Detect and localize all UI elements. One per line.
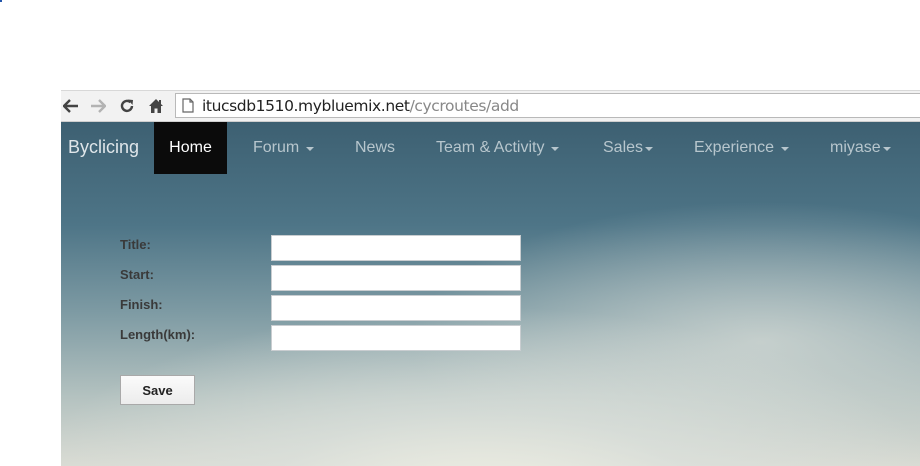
length-label: Length(km): (120, 327, 196, 342)
caret-down-icon (645, 147, 654, 151)
reload-button[interactable] (116, 95, 138, 117)
home-button[interactable] (145, 95, 167, 117)
forward-button[interactable] (87, 95, 109, 117)
nav-sales[interactable]: Sales (603, 122, 654, 174)
back-button[interactable] (60, 95, 82, 117)
nav-home-label: Home (169, 139, 212, 156)
length-input[interactable] (271, 325, 521, 351)
browser-window: itucsdb1510.mybluemix.net/cycroutes/add … (61, 90, 920, 466)
site-navbar: Byclicing Home Forum News Team & Activit… (61, 122, 920, 174)
nav-sales-label: Sales (603, 139, 644, 156)
browser-toolbar: itucsdb1510.mybluemix.net/cycroutes/add (61, 90, 920, 122)
save-button[interactable]: Save (120, 375, 195, 405)
url-path: /cycroutes/add (409, 96, 520, 115)
page-viewport: Byclicing Home Forum News Team & Activit… (61, 122, 920, 466)
nav-experience[interactable]: Experience (694, 122, 790, 174)
nav-user-label: miyase (830, 139, 881, 156)
nav-news[interactable]: News (355, 122, 395, 174)
finish-label: Finish: (120, 297, 163, 312)
nav-experience-label: Experience (694, 139, 775, 156)
start-input[interactable] (271, 265, 521, 291)
nav-forum-label: Forum (253, 139, 300, 156)
back-icon (63, 99, 78, 113)
title-input[interactable] (271, 235, 521, 261)
url-text: itucsdb1510.mybluemix.net/cycroutes/add (202, 97, 519, 115)
nav-team-activity[interactable]: Team & Activity (436, 122, 560, 174)
nav-home[interactable]: Home (154, 122, 227, 174)
corner-artifact (0, 0, 2, 2)
nav-forum[interactable]: Forum (253, 122, 315, 174)
forward-icon (91, 99, 106, 113)
nav-news-label: News (355, 139, 396, 156)
finish-input[interactable] (271, 295, 521, 321)
caret-down-icon (306, 147, 315, 151)
brand-link[interactable]: Byclicing (68, 137, 139, 158)
nav-team-activity-label: Team & Activity (436, 139, 545, 156)
nav-user-miyase[interactable]: miyase (830, 122, 891, 174)
caret-down-icon (781, 147, 790, 151)
caret-down-icon (882, 147, 891, 151)
address-bar[interactable]: itucsdb1510.mybluemix.net/cycroutes/add (175, 93, 920, 118)
url-host: itucsdb1510.mybluemix.net (202, 96, 410, 115)
caret-down-icon (551, 147, 560, 151)
home-icon (149, 99, 163, 113)
reload-icon (120, 99, 134, 113)
page-icon (182, 98, 195, 114)
title-label: Title: (120, 237, 151, 252)
start-label: Start: (120, 267, 154, 282)
